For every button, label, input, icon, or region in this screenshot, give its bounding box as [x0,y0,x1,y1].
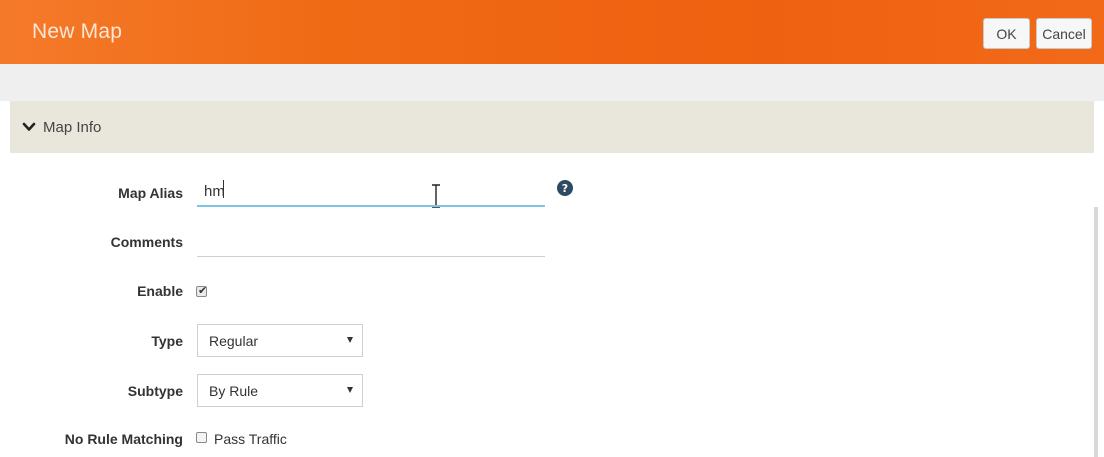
type-selected-value: Regular [209,332,259,349]
pass-traffic-checkbox[interactable] [196,432,207,443]
comments-label: Comments [110,234,183,250]
section-title: Map Info [43,118,102,136]
comments-underline [197,256,545,257]
map-alias-input[interactable]: hm [204,183,225,200]
subtype-selected-value: By Rule [209,382,259,399]
chevron-down-icon [22,122,36,131]
subtype-select[interactable]: By Rule [197,374,363,407]
dialog-title: New Map [32,20,123,43]
no-rule-matching-label: No Rule Matching [64,431,183,447]
cancel-button[interactable]: Cancel [1036,18,1092,49]
enable-label: Enable [137,283,183,299]
type-label: Type [151,333,183,349]
map-alias-label: Map Alias [118,185,183,201]
section-header-map-info[interactable]: Map Info [10,101,1094,153]
type-select[interactable]: Regular [197,324,363,357]
dropdown-arrow-icon [347,337,353,343]
ok-button[interactable]: OK [983,18,1030,49]
subtype-label: Subtype [127,383,183,399]
question-icon[interactable]: ? [557,180,573,196]
text-caret [223,180,224,198]
map-alias-underline [197,205,545,207]
dialog-header: New Map OK Cancel [0,0,1104,64]
enable-checkbox[interactable]: ✔ [196,285,208,297]
dropdown-arrow-icon [347,387,353,393]
toolbar-band [0,64,1104,101]
vertical-scrollbar[interactable] [1094,207,1098,457]
pass-traffic-label: Pass Traffic [214,431,287,447]
checkmark-icon: ✔ [198,285,208,297]
form-content: Map Info [10,101,1094,457]
